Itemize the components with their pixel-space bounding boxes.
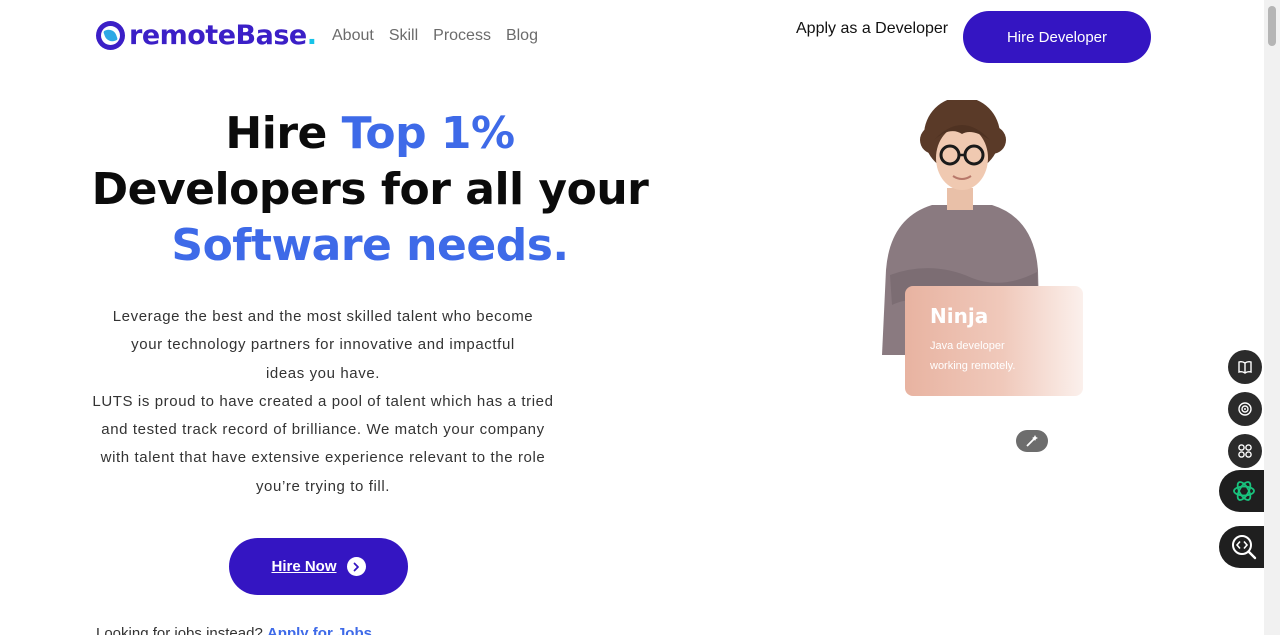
hero-description-p2: LUTS is proud to have created a pool of …	[92, 392, 554, 495]
hero-title-line3: Software needs.	[171, 220, 569, 271]
profile-role-line1: Java developer	[930, 340, 1005, 352]
hire-now-label: Hire Now	[271, 558, 337, 575]
hero-title-line2: Developers for all your	[91, 164, 649, 215]
logo-dot: .	[306, 20, 317, 51]
magic-wand-icon[interactable]	[1016, 430, 1048, 452]
logo-text: remoteBase	[129, 20, 307, 51]
logo[interactable]: remoteBase.	[96, 20, 317, 51]
profile-name: Ninja	[930, 304, 989, 328]
profile-card: Ninja Java developer working remotely.	[905, 286, 1083, 396]
hero-description: Leverage the best and the most skilled t…	[88, 303, 558, 501]
nav-process[interactable]: Process	[433, 27, 491, 45]
jobs-line: Looking for jobs instead? Apply for Jobs	[96, 625, 372, 635]
nav-skill[interactable]: Skill	[389, 27, 418, 45]
profile-role-line2: working remotely.	[930, 360, 1016, 372]
apps-grid-icon[interactable]	[1228, 434, 1262, 468]
vertical-scrollbar[interactable]	[1264, 0, 1280, 635]
hero-title-top: Top 1%	[341, 108, 515, 159]
code-search-icon[interactable]	[1219, 526, 1269, 568]
apply-as-developer-link[interactable]: Apply as a Developer	[796, 20, 948, 38]
nav-blog[interactable]: Blog	[506, 27, 538, 45]
hire-developer-button[interactable]: Hire Developer	[963, 11, 1151, 63]
hero-title: Hire Top 1% Developers for all your Soft…	[90, 106, 650, 274]
apply-for-jobs-link[interactable]: Apply for Jobs	[267, 625, 372, 635]
hero-description-p1: Leverage the best and the most skilled t…	[112, 308, 534, 382]
hire-now-button[interactable]: Hire Now	[229, 538, 408, 595]
nav-about[interactable]: About	[332, 27, 374, 45]
chevron-right-icon	[346, 557, 366, 576]
scrollbar-thumb[interactable]	[1268, 6, 1276, 46]
hero-title-hire: Hire	[225, 108, 342, 159]
openai-icon[interactable]	[1219, 470, 1269, 512]
book-icon[interactable]	[1228, 350, 1262, 384]
main-nav: About Skill Process Blog	[332, 27, 538, 45]
profile-role: Java developer working remotely.	[930, 336, 1058, 376]
broadcast-icon[interactable]	[1228, 392, 1262, 426]
logo-mark-icon	[96, 21, 125, 50]
jobs-prefix: Looking for jobs instead?	[96, 625, 267, 635]
